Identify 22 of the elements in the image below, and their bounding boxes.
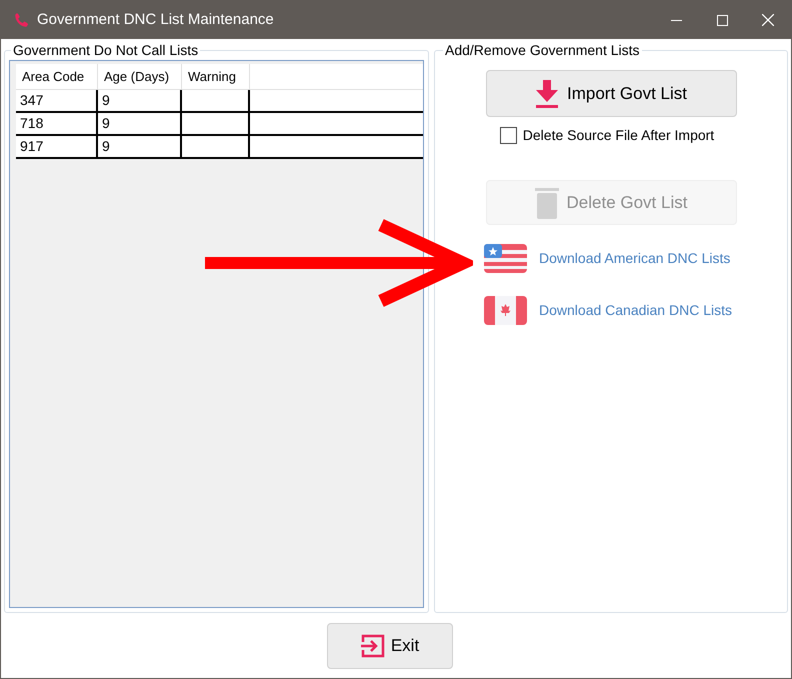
table-cell: 9: [98, 136, 182, 157]
table-cell: 917: [16, 136, 98, 157]
phone-icon: [13, 11, 31, 29]
import-button[interactable]: Import Govt List: [486, 70, 736, 117]
trash-icon: [534, 186, 559, 218]
close-icon: [762, 14, 774, 26]
column-header[interactable]: Warning: [182, 64, 250, 89]
window-title: Government DNC List Maintenance: [37, 10, 274, 30]
exit-button[interactable]: Exit: [327, 623, 453, 669]
download-link[interactable]: Download Canadian DNC Lists: [484, 296, 787, 325]
download-icon: [535, 80, 559, 108]
canadian-flag-icon: [484, 296, 527, 325]
table-cell: 9: [98, 90, 182, 111]
table-cell: 718: [16, 113, 98, 134]
exit-icon: [360, 634, 385, 658]
american-flag-icon: [484, 244, 527, 273]
delete-source-checkbox[interactable]: Delete Source File After Import: [500, 125, 714, 146]
download-link[interactable]: Download American DNC Lists: [484, 244, 787, 273]
table-cell: 347: [16, 90, 98, 111]
column-header[interactable]: Area Code: [16, 64, 98, 89]
column-header[interactable]: Age (Days): [98, 64, 182, 89]
table-cell: 9: [98, 113, 182, 134]
